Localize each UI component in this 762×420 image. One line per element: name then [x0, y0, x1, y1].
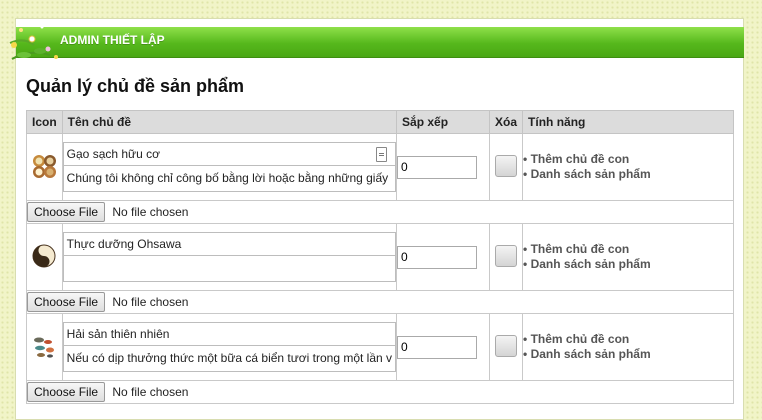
sort-cell: [396, 313, 491, 381]
file-cell: Choose File No file chosen: [26, 200, 734, 224]
features-cell: • Thêm chủ đề con • Danh sách sản phẩm: [522, 313, 734, 381]
description-field[interactable]: Nếu có dịp thưởng thức một bữa cá biển t…: [62, 346, 397, 372]
choose-file-button[interactable]: Choose File: [27, 382, 106, 402]
name-cell: Thực dưỡng Ohsawa: [61, 223, 398, 291]
name-field[interactable]: Gạo sạch hữu cơ: [62, 142, 397, 166]
rice-bowls-icon: [33, 154, 57, 178]
delete-checkbox[interactable]: [495, 334, 518, 357]
name-value: Gạo sạch hữu cơ: [66, 147, 160, 161]
choose-file-button[interactable]: Choose File: [27, 292, 106, 312]
table-row: Gạo sạch hữu cơ Chúng tôi không chỉ công…: [26, 133, 734, 201]
table-header-row: Icon Tên chủ đề Sắp xếp Xóa Tính năng: [26, 110, 734, 134]
page-title: Quản lý chủ đề sản phẩm: [26, 76, 245, 96]
admin-panel: ADMIN THIẾT LẬP Quản lý chủ đề sản phẩm …: [9, 18, 744, 420]
file-row: Choose File No file chosen: [26, 200, 734, 224]
description-field[interactable]: [62, 256, 397, 282]
features-cell: • Thêm chủ đề con • Danh sách sản phẩm: [522, 223, 734, 291]
icon-cell: [26, 313, 63, 381]
file-row: Choose File No file chosen: [26, 290, 734, 314]
col-name-header: Tên chủ đề: [61, 110, 398, 134]
no-file-label: No file chosen: [112, 295, 189, 309]
product-list-link[interactable]: • Danh sách sản phẩm: [523, 167, 733, 182]
file-row: Choose File No file chosen: [26, 380, 734, 404]
add-child-topic-link[interactable]: • Thêm chủ đề con: [523, 332, 733, 347]
description-value: Chúng tôi không chỉ công bố bằng lời hoặ…: [66, 171, 389, 185]
delete-cell: [489, 133, 524, 201]
product-list-link[interactable]: • Danh sách sản phẩm: [523, 347, 733, 362]
table-row: Thực dưỡng Ohsawa • Thêm chủ đề con • Da…: [26, 223, 734, 291]
file-cell: Choose File No file chosen: [26, 290, 734, 314]
name-cell: Gạo sạch hữu cơ Chúng tôi không chỉ công…: [61, 133, 398, 201]
seafood-icon: [34, 337, 55, 358]
name-field[interactable]: Hải sản thiên nhiên: [62, 322, 397, 346]
delete-checkbox[interactable]: [495, 154, 518, 177]
icon-cell: [26, 133, 63, 201]
header-bar: ADMIN THIẾT LẬP: [16, 27, 744, 58]
sort-cell: [396, 223, 491, 291]
name-value: Thực dưỡng Ohsawa: [66, 237, 182, 251]
contact-card-icon[interactable]: [376, 147, 388, 162]
col-icon-header: Icon: [26, 110, 63, 134]
features-cell: • Thêm chủ đề con • Danh sách sản phẩm: [522, 133, 734, 201]
sort-cell: [396, 133, 491, 201]
sort-input[interactable]: [397, 335, 478, 359]
name-value: Hải sản thiên nhiên: [66, 327, 170, 341]
name-cell: Hải sản thiên nhiên Nếu có dịp thưởng th…: [61, 313, 398, 381]
sort-input[interactable]: [397, 245, 478, 269]
description-field[interactable]: Chúng tôi không chỉ công bố bằng lời hoặ…: [62, 166, 397, 192]
table-row: Hải sản thiên nhiên Nếu có dịp thưởng th…: [26, 313, 734, 381]
file-cell: Choose File No file chosen: [26, 380, 734, 404]
sort-input[interactable]: [397, 155, 478, 179]
no-file-label: No file chosen: [112, 205, 189, 219]
delete-cell: [489, 313, 524, 381]
flower-decoration-icon: [9, 25, 58, 60]
yin-yang-icon: [32, 244, 56, 267]
delete-cell: [489, 223, 524, 291]
choose-file-button[interactable]: Choose File: [27, 202, 106, 222]
add-child-topic-link[interactable]: • Thêm chủ đề con: [523, 152, 733, 167]
name-field[interactable]: Thực dưỡng Ohsawa: [62, 232, 397, 256]
col-features-header: Tính năng: [522, 110, 734, 134]
topic-table: Icon Tên chủ đề Sắp xếp Xóa Tính năng Gạ…: [26, 110, 734, 404]
icon-cell: [26, 223, 63, 291]
col-delete-header: Xóa: [489, 110, 524, 134]
delete-checkbox[interactable]: [495, 244, 518, 267]
add-child-topic-link[interactable]: • Thêm chủ đề con: [523, 242, 733, 257]
no-file-label: No file chosen: [112, 385, 189, 399]
col-sort-header: Sắp xếp: [396, 110, 491, 134]
product-list-link[interactable]: • Danh sách sản phẩm: [523, 257, 733, 272]
description-value: Nếu có dịp thưởng thức một bữa cá biển t…: [66, 351, 393, 365]
header-title: ADMIN THIẾT LẬP: [60, 33, 165, 47]
